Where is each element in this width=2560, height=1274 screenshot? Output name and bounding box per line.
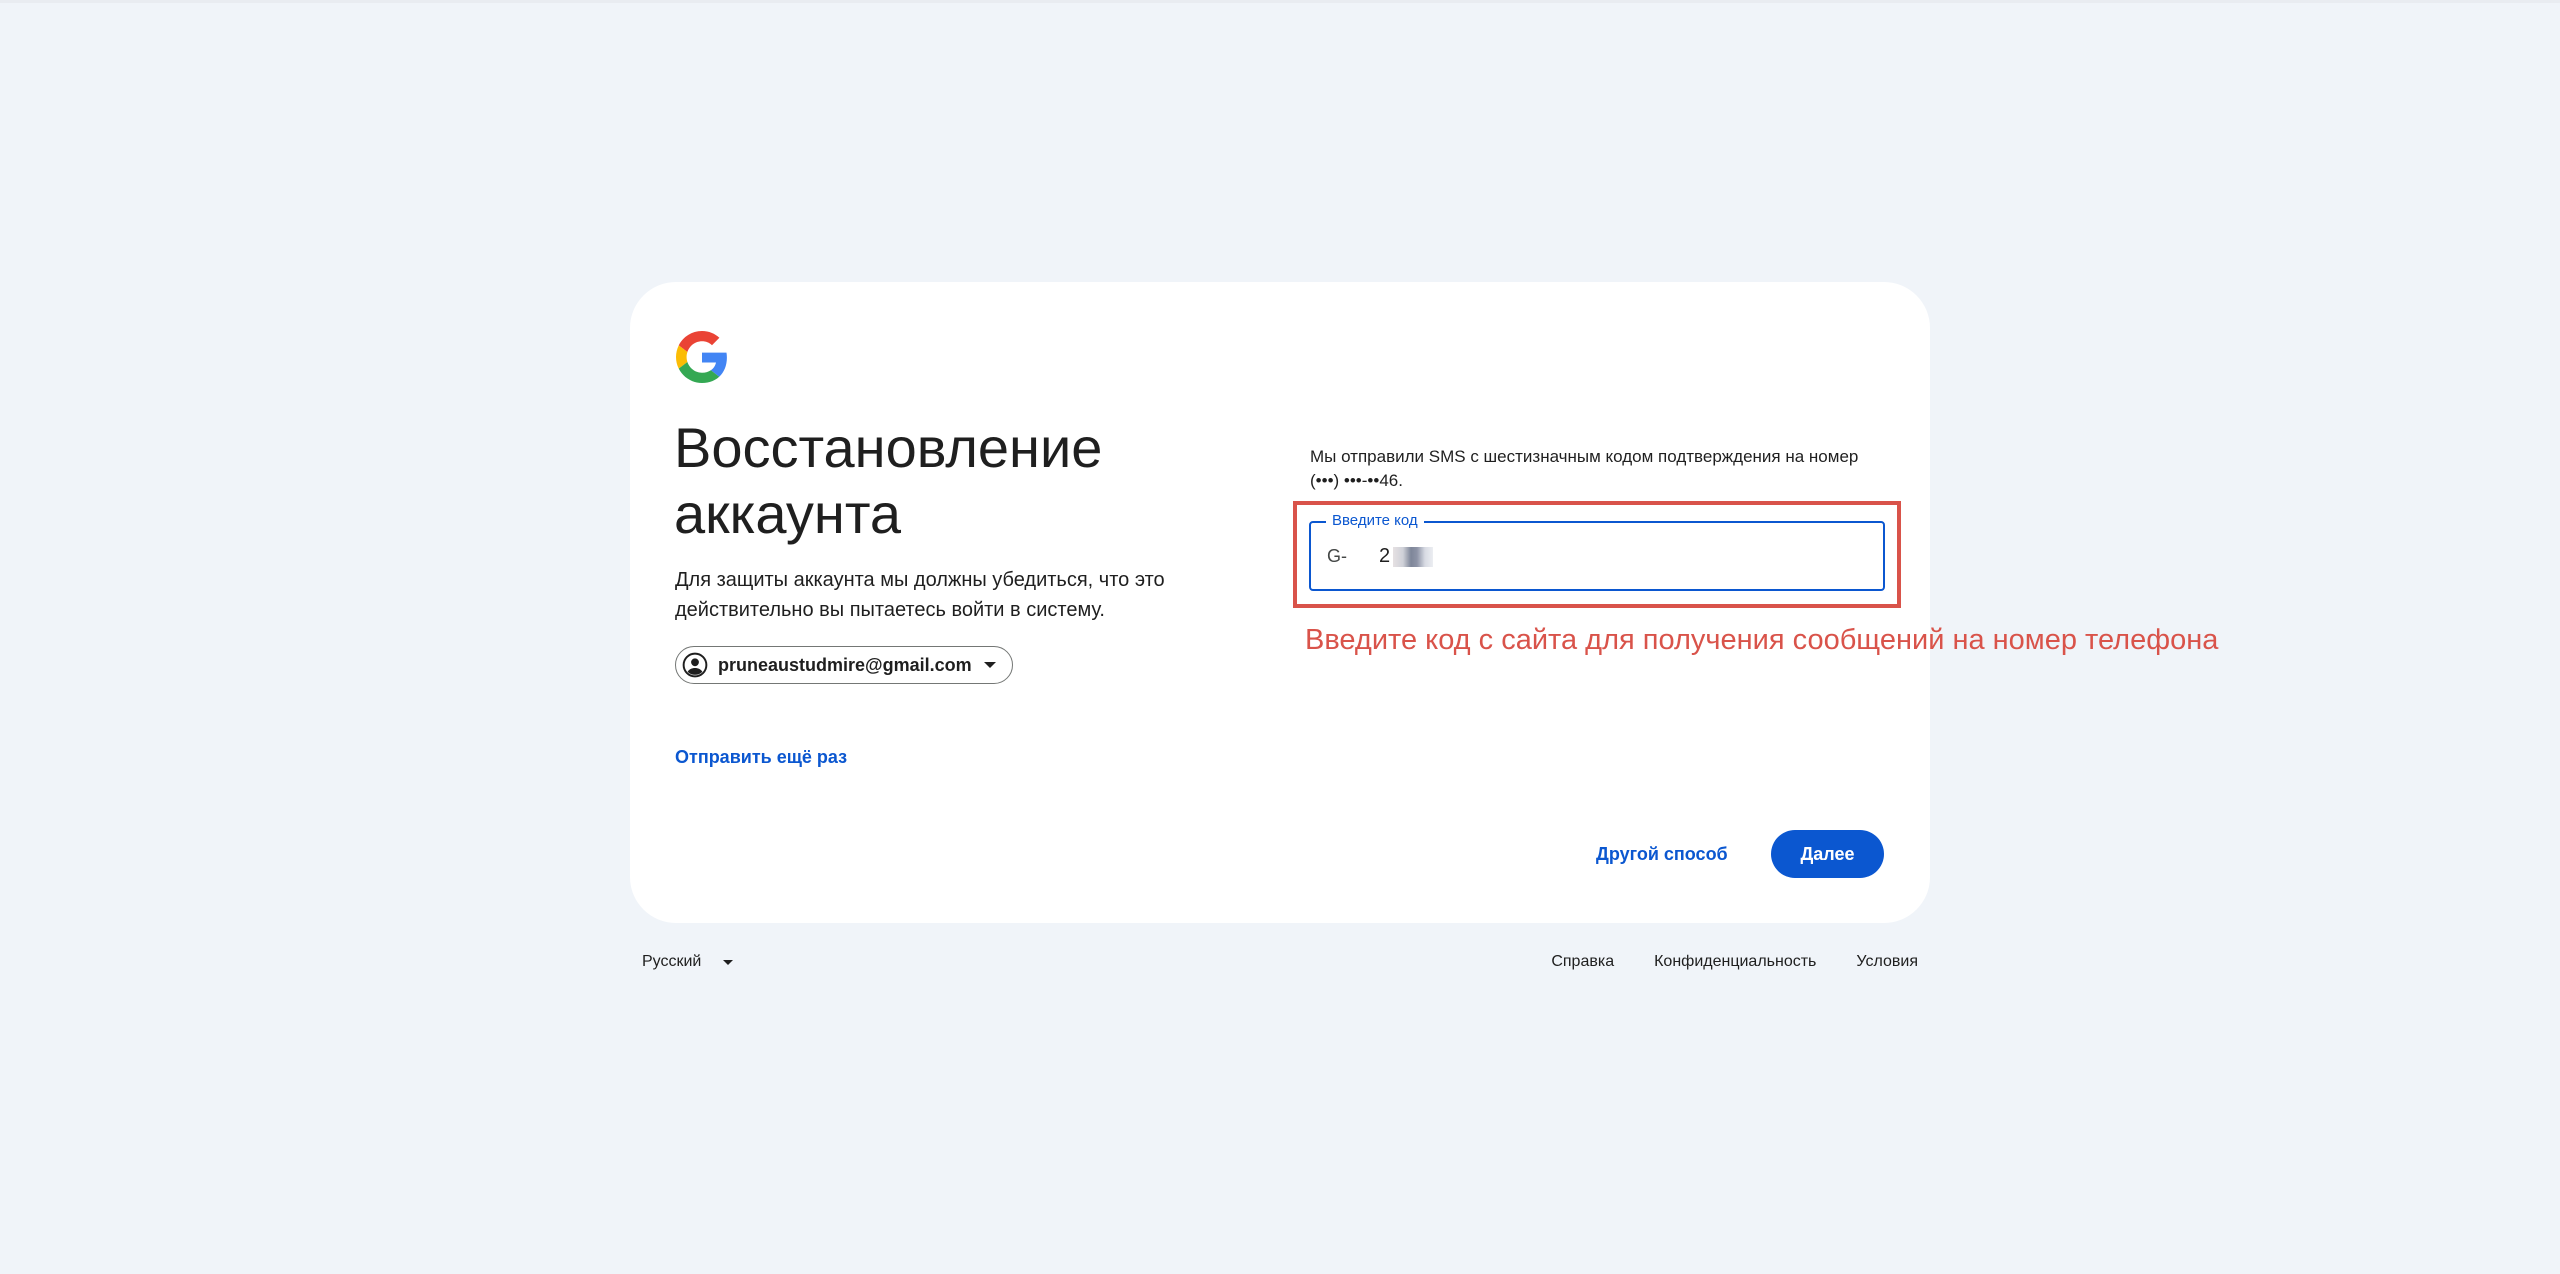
account-email: pruneaustudmire@gmail.com [718,654,972,675]
footer-link-terms[interactable]: Условия [1856,953,1918,971]
google-logo-icon [676,331,727,383]
annotation-text: Введите код с сайта для получения сообще… [1305,624,2219,656]
next-button[interactable]: Далее [1771,830,1884,878]
chevron-down-icon [983,662,996,668]
page-subtitle: Для защиты аккаунта мы должны убедиться,… [675,569,1165,621]
account-circle-icon [682,652,708,678]
footer-link-help[interactable]: Справка [1551,953,1614,971]
sms-message: Мы отправили SMS с шестизначным кодом по… [1310,447,1859,490]
try-another-way-button[interactable]: Другой способ [1580,830,1744,878]
language-label: Русский [642,953,702,970]
recovery-card: Восстановление аккаунта Для защиты аккау… [630,282,2218,923]
resend-code-link[interactable]: Отправить ещё раз [675,747,847,768]
account-chip[interactable]: pruneaustudmire@gmail.com [675,646,1013,684]
chevron-down-icon [723,959,734,965]
footer-links: Справка Конфиденциальность Условия [1551,946,1918,978]
language-select[interactable]: Русский [642,946,734,978]
annotation-highlight-box [1293,501,1901,608]
footer: Русский Справка Конфиденциальность Услов… [630,946,1930,978]
top-divider [0,0,2560,3]
page-title: Восстановление аккаунта [674,416,1103,545]
footer-link-privacy[interactable]: Конфиденциальность [1654,953,1816,971]
